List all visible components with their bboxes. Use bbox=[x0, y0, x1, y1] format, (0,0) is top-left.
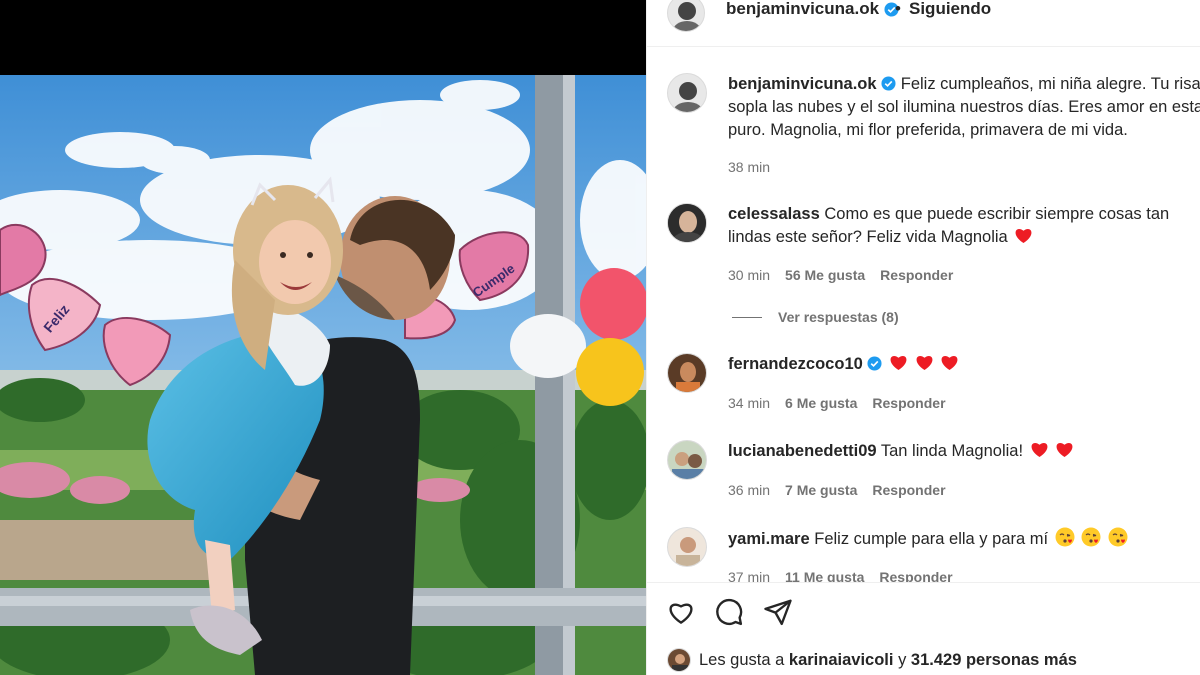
heart-outline-icon[interactable] bbox=[666, 597, 696, 627]
caption-username[interactable]: benjaminvicuna.ok bbox=[728, 75, 877, 93]
reply-button[interactable]: Responder bbox=[872, 395, 945, 411]
post-header: benjaminvicuna.ok • Siguiendo bbox=[647, 0, 1200, 47]
comment-time[interactable]: 34 min bbox=[728, 395, 770, 411]
share-icon[interactable] bbox=[763, 597, 793, 627]
comment-line: lindas este señor? Feliz vida Magnolia bbox=[728, 228, 1008, 246]
red-heart-emoji-icon bbox=[1015, 229, 1032, 244]
verified-badge-icon bbox=[867, 356, 882, 371]
following-button[interactable]: Siguiendo bbox=[909, 0, 991, 19]
comment-time[interactable]: 30 min bbox=[728, 267, 770, 283]
comment-line: Feliz cumple para ella y para mí bbox=[814, 530, 1049, 548]
likes-conjunction: y bbox=[898, 650, 907, 669]
red-heart-emoji-icon bbox=[1031, 443, 1048, 458]
red-heart-emoji-icon bbox=[890, 356, 907, 371]
commenter-avatar[interactable] bbox=[667, 527, 707, 567]
comments-list[interactable]: benjaminvicuna.ok Feliz cumpleaños, mi n… bbox=[647, 47, 1200, 582]
view-replies-button[interactable]: Ver respuestas (8) bbox=[732, 309, 899, 325]
comment-username[interactable]: lucianabenedetti09 bbox=[728, 442, 877, 460]
comment-username[interactable]: celessalass bbox=[728, 205, 820, 223]
caption-line: Feliz cumpleaños, mi niña alegre. Tu ris… bbox=[900, 75, 1200, 93]
comment-username[interactable]: yami.mare bbox=[728, 530, 810, 548]
likes-summary: Les gusta a karinaiavicoli y 31.429 pers… bbox=[667, 648, 1077, 672]
comment-likes[interactable]: 7 Me gusta bbox=[785, 482, 857, 498]
caption-line: sopla las nubes y el sol ilumina nuestro… bbox=[728, 98, 1200, 116]
header-separator: • bbox=[895, 0, 901, 18]
reply-button[interactable]: Responder bbox=[879, 569, 952, 582]
comment-text: fernandezcoco10 bbox=[728, 353, 1200, 376]
comment-username[interactable]: fernandezcoco10 bbox=[728, 355, 863, 373]
author-avatar[interactable] bbox=[667, 0, 705, 32]
kiss-face-emoji-icon bbox=[1081, 527, 1101, 547]
caption-time[interactable]: 38 min bbox=[728, 159, 770, 175]
liker-avatar[interactable] bbox=[667, 648, 691, 672]
red-heart-emoji-icon bbox=[916, 356, 933, 371]
view-replies-label: Ver respuestas (8) bbox=[778, 309, 899, 325]
replies-divider bbox=[732, 316, 762, 318]
caption-avatar[interactable] bbox=[667, 73, 707, 113]
reply-button[interactable]: Responder bbox=[880, 267, 953, 283]
comment-likes[interactable]: 11 Me gusta bbox=[785, 569, 864, 582]
comment-text: celessalass Como es que puede escribir s… bbox=[728, 203, 1200, 249]
likes-prefix: Les gusta a bbox=[699, 650, 785, 669]
comment-line: Como es que puede escribir siempre cosas… bbox=[824, 205, 1170, 223]
commenter-avatar[interactable] bbox=[667, 440, 707, 480]
reply-button[interactable]: Responder bbox=[872, 482, 945, 498]
post-actions: Les gusta a karinaiavicoli y 31.429 pers… bbox=[647, 582, 1200, 675]
kiss-face-emoji-icon bbox=[1055, 527, 1075, 547]
kiss-face-emoji-icon bbox=[1108, 527, 1128, 547]
post-photo[interactable]: Feliz Cumple bbox=[0, 0, 646, 675]
post-sidebar: benjaminvicuna.ok • Siguiendo benjaminvi… bbox=[646, 0, 1200, 675]
author-username[interactable]: benjaminvicuna.ok bbox=[726, 0, 879, 19]
commenter-avatar[interactable] bbox=[667, 203, 707, 243]
caption-text: benjaminvicuna.ok Feliz cumpleaños, mi n… bbox=[728, 73, 1200, 142]
comment-text: lucianabenedetti09 Tan linda Magnolia! bbox=[728, 440, 1200, 463]
red-heart-emoji-icon bbox=[941, 356, 958, 371]
comment-icon[interactable] bbox=[714, 597, 744, 627]
caption-line: puro. Magnolia, mi flor preferida, prima… bbox=[728, 121, 1128, 139]
commenter-avatar[interactable] bbox=[667, 353, 707, 393]
comment-line: Tan linda Magnolia! bbox=[880, 442, 1024, 460]
liker-username[interactable]: karinaiavicoli bbox=[789, 651, 894, 670]
comment-likes[interactable]: 6 Me gusta bbox=[785, 395, 857, 411]
comment-likes[interactable]: 56 Me gusta bbox=[785, 267, 865, 283]
comment-time[interactable]: 36 min bbox=[728, 482, 770, 498]
red-heart-emoji-icon bbox=[1056, 443, 1073, 458]
photo-illustration: Feliz Cumple bbox=[0, 0, 646, 675]
comment-text: yami.mare Feliz cumple para ella y para … bbox=[728, 527, 1200, 551]
likes-count[interactable]: 31.429 personas más bbox=[911, 651, 1077, 670]
comment-time[interactable]: 37 min bbox=[728, 569, 770, 582]
verified-badge-icon bbox=[881, 76, 896, 91]
